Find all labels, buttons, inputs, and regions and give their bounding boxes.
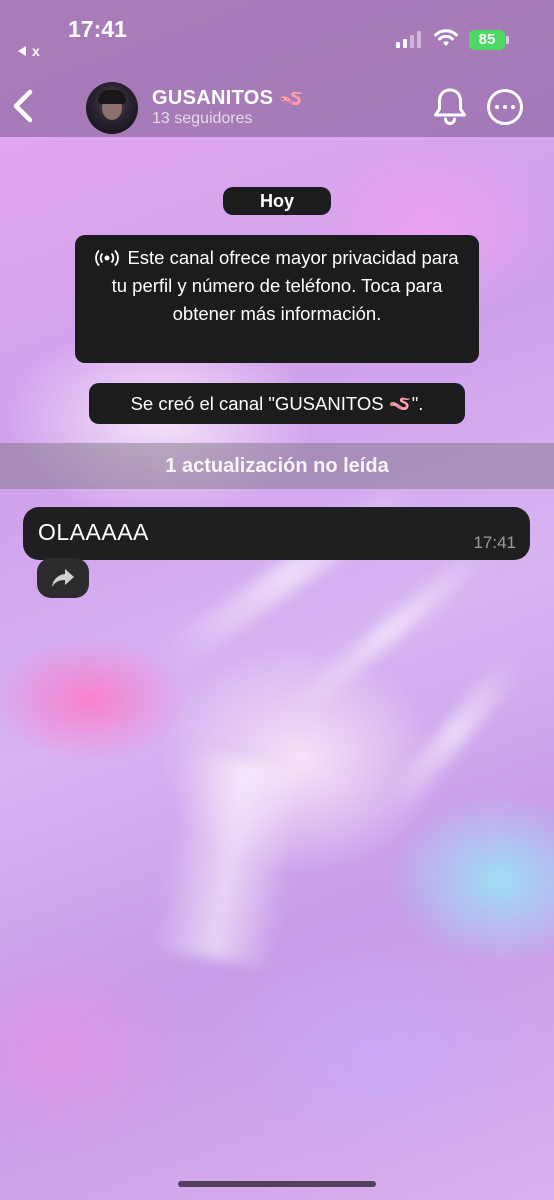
channel-avatar[interactable] [86, 82, 138, 134]
share-arrow-icon [52, 569, 74, 587]
wifi-icon [434, 29, 458, 46]
channel-name-text: GUSANITOS [152, 87, 274, 109]
privacy-info-text: Este canal ofrece mayor privacidad para … [111, 247, 459, 324]
followers-count: 13 seguidores [152, 110, 253, 127]
message-text: OLAAAAA [38, 519, 149, 545]
home-indicator[interactable] [178, 1181, 376, 1187]
cellular-signal-icon [396, 28, 421, 48]
forward-button[interactable] [37, 558, 89, 598]
channel-privacy-info[interactable]: Este canal ofrece mayor privacidad para … [75, 235, 479, 363]
channel-created-notice: Se creó el canal "GUSANITOS 🪱". [89, 383, 465, 424]
status-time: 17:41 [68, 16, 127, 42]
channel-header: 17:41 x 85 GUSANITOS 🪱 13 seguidores [0, 0, 554, 137]
back-to-app-link[interactable]: x [18, 43, 40, 59]
more-icon[interactable] [487, 89, 523, 125]
chevron-left-icon[interactable] [8, 86, 38, 126]
battery-tip [506, 36, 509, 44]
channel-title[interactable]: GUSANITOS 🪱 [152, 86, 304, 111]
broadcast-icon [95, 249, 120, 267]
background-streak [283, 539, 497, 723]
message-bubble[interactable]: OLAAAAA 17:41 [23, 507, 530, 560]
background-streak [153, 751, 307, 969]
bell-icon[interactable] [432, 86, 468, 126]
background-streak [383, 651, 527, 815]
avatar-hair [98, 90, 126, 104]
message-time: 17:41 [473, 533, 516, 552]
worm-emoji-icon: 🪱 [279, 88, 305, 110]
unread-separator: 1 actualización no leída [0, 443, 554, 489]
date-separator: Hoy [223, 187, 331, 215]
back-triangle-icon [18, 46, 26, 56]
battery-indicator: 85 [469, 30, 505, 50]
back-to-app-label: x [32, 43, 40, 59]
